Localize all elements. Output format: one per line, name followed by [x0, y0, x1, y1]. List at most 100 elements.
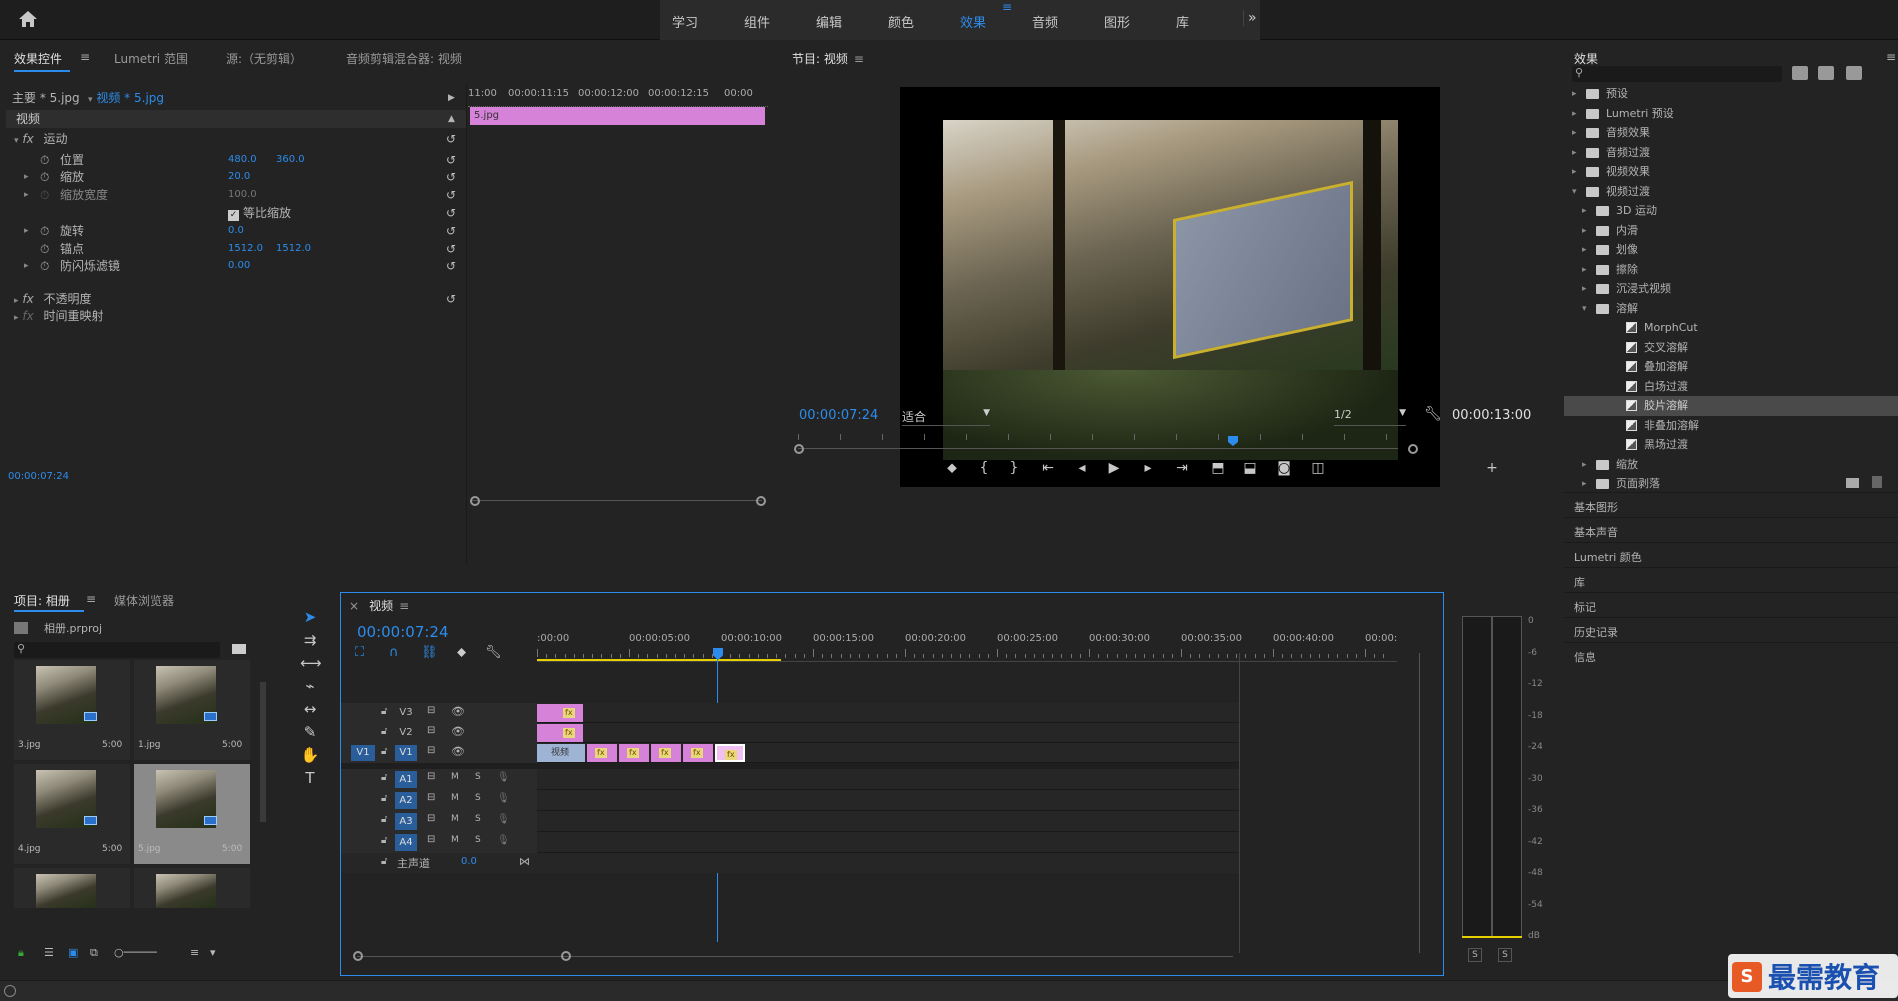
project-search-input[interactable]: ⚲ [14, 642, 220, 658]
sync-lock-icon[interactable]: ⊟ [427, 725, 435, 736]
track-name[interactable]: A1 [395, 771, 417, 788]
meter-solo-button[interactable]: S [1498, 948, 1512, 962]
prop-value-1[interactable]: 0.00 [228, 256, 250, 276]
expand-icon[interactable]: ▸ [24, 221, 29, 241]
slip-tool-icon[interactable]: ↔ [300, 700, 320, 718]
track-name[interactable]: V1 [395, 745, 417, 761]
stopwatch-icon[interactable]: ⏱ [40, 256, 49, 276]
track-select-tool-icon[interactable]: ⇉ [300, 631, 320, 649]
clip[interactable]: fx [651, 744, 681, 762]
chevron-right-icon[interactable]: ▸ [1582, 474, 1587, 494]
source-patch-v1[interactable]: V1 [351, 745, 375, 761]
menu-icon[interactable]: ≡ [1002, 0, 1012, 14]
mute-button[interactable]: M [451, 835, 459, 845]
fit-dropdown[interactable]: 适合 ▼ [902, 408, 990, 426]
mute-button[interactable]: M [451, 772, 459, 782]
workspace-tab-4[interactable]: 效果 [960, 12, 986, 31]
uniform-scale-checkbox-row[interactable]: ✓ 等比缩放 [228, 203, 291, 223]
mark-out-icon[interactable]: } [1004, 460, 1024, 476]
step-back-icon[interactable]: ◂ [1072, 460, 1092, 476]
effects-tree-item[interactable]: ▸ 划像 [1564, 240, 1898, 260]
chevron-right-icon[interactable]: ▸ [1572, 104, 1577, 124]
workspace-tab-3[interactable]: 颜色 [888, 12, 914, 31]
clip[interactable]: fx [537, 704, 583, 722]
chevron-right-icon[interactable]: ▸ [1582, 221, 1587, 241]
solo-button[interactable]: S [475, 793, 481, 803]
ec-tab-1[interactable]: Lumetri 范围 [114, 50, 188, 67]
chevron-right-icon[interactable]: ▸ [1582, 455, 1587, 475]
track-name[interactable]: A2 [395, 792, 417, 809]
reset-icon[interactable]: ↺ [446, 129, 456, 149]
workspace-tab-5[interactable]: 音频 [1032, 12, 1058, 31]
effects-tree-item[interactable]: ▸ 视频效果 [1564, 162, 1898, 182]
settings-wrench-icon[interactable]: 🔧︎ [485, 645, 502, 660]
solo-button[interactable]: S [475, 772, 481, 782]
scroll-up-icon[interactable]: ▲ [448, 109, 455, 129]
project-item[interactable]: 5.jpg 5:00 [134, 764, 250, 864]
clip[interactable]: fx [683, 744, 713, 762]
eye-icon[interactable]: 👁︎ [451, 725, 465, 738]
effects-tree-item[interactable]: MorphCut [1564, 318, 1898, 338]
close-icon[interactable]: × [349, 599, 359, 613]
ec-current-time[interactable]: 00:00:07:24 [8, 471, 69, 482]
ripple-edit-tool-icon[interactable]: ⟷ [300, 654, 322, 672]
yuv-effects-icon[interactable] [1846, 66, 1862, 80]
lock-icon[interactable]: 🔓︎ [381, 772, 387, 783]
export-frame-icon[interactable]: ◙ [1274, 460, 1294, 476]
sync-lock-icon[interactable]: ⊟ [427, 792, 435, 803]
track-name[interactable]: A3 [395, 813, 417, 830]
effects-title[interactable]: 效果 [1574, 50, 1598, 67]
project-tab-1[interactable]: 媒体浏览器 [114, 592, 174, 609]
effects-tree-item[interactable]: ▸ 缩放 [1564, 455, 1898, 475]
lock-icon[interactable]: 🔓︎ [381, 814, 387, 825]
linked-selection-icon[interactable]: ⛓ [421, 645, 438, 660]
stopwatch-icon[interactable]: ⏱ [40, 167, 49, 187]
workspace-tab-7[interactable]: 库 [1176, 12, 1189, 31]
add-marker-icon[interactable]: ⬥ [942, 460, 962, 476]
lock-icon[interactable]: 🔓︎ [381, 726, 387, 737]
panel-section-2[interactable]: Lumetri 颜色 [1564, 542, 1898, 567]
panel-section-3[interactable]: 库 [1564, 567, 1898, 592]
razor-tool-icon[interactable]: ⌁ [300, 677, 320, 695]
timeline-current-time[interactable]: 00:00:07:24 [357, 623, 449, 641]
timeline-toggle-icon[interactable]: ▶ [448, 88, 455, 108]
workspace-tab-6[interactable]: 图形 [1104, 12, 1130, 31]
nested-clip[interactable]: 视频 [537, 744, 585, 762]
effects-tree-item[interactable]: 胶片溶解 [1564, 396, 1898, 416]
add-marker-icon[interactable]: ⬥ [457, 645, 466, 660]
effects-tree-item[interactable]: 白场过渡 [1564, 377, 1898, 397]
solo-button[interactable]: S [475, 814, 481, 824]
settings-wrench-icon[interactable]: 🔧︎ [1424, 406, 1442, 422]
prop-value-1[interactable]: 20.0 [228, 167, 250, 187]
effects-tree-item[interactable]: ▸ 预设 [1564, 84, 1898, 104]
effects-tree-item[interactable]: 非叠加溶解 [1564, 416, 1898, 436]
new-bin-icon[interactable] [1846, 478, 1859, 488]
clip[interactable]: fx [537, 724, 583, 742]
clip[interactable]: fx [619, 744, 649, 762]
mute-button[interactable]: M [451, 793, 459, 803]
expand-icon[interactable]: ▸ [24, 167, 29, 187]
expand-icon[interactable]: ▸ [24, 256, 29, 276]
chevron-right-icon[interactable]: ▸ [1572, 162, 1577, 182]
pen-tool-icon[interactable]: ✎ [300, 723, 320, 741]
panel-section-0[interactable]: 基本图形 [1564, 492, 1898, 517]
snap-icon[interactable]: ∩ [389, 645, 399, 660]
nest-icon[interactable]: ⛶ [355, 645, 364, 660]
zoom-slider-icon[interactable]: ○───── [114, 946, 157, 959]
stopwatch-icon[interactable]: ⏱ [40, 185, 49, 205]
lock-icon[interactable]: 🔓︎ [381, 746, 387, 757]
chevron-right-icon[interactable]: ▸ [1582, 279, 1587, 299]
accelerated-effects-icon[interactable] [1792, 66, 1808, 80]
program-scrubber[interactable] [794, 434, 1418, 456]
sync-lock-icon[interactable]: ⊟ [427, 834, 435, 845]
clip-bar-5jpg[interactable]: 5.jpg [470, 107, 765, 125]
comparison-view-icon[interactable]: ◫ [1308, 460, 1328, 476]
freeform-view-icon[interactable]: ⧉ [90, 946, 98, 960]
eye-icon[interactable]: 👁︎ [451, 745, 465, 758]
reset-icon[interactable]: ↺ [446, 289, 456, 309]
prop-value-1[interactable]: 100.0 [228, 185, 257, 205]
reset-icon[interactable]: ↺ [446, 185, 456, 205]
panel-section-5[interactable]: 历史记录 [1564, 617, 1898, 642]
microphone-icon[interactable]: 🎙︎ [497, 814, 510, 825]
track-name[interactable]: V3 [395, 705, 417, 721]
